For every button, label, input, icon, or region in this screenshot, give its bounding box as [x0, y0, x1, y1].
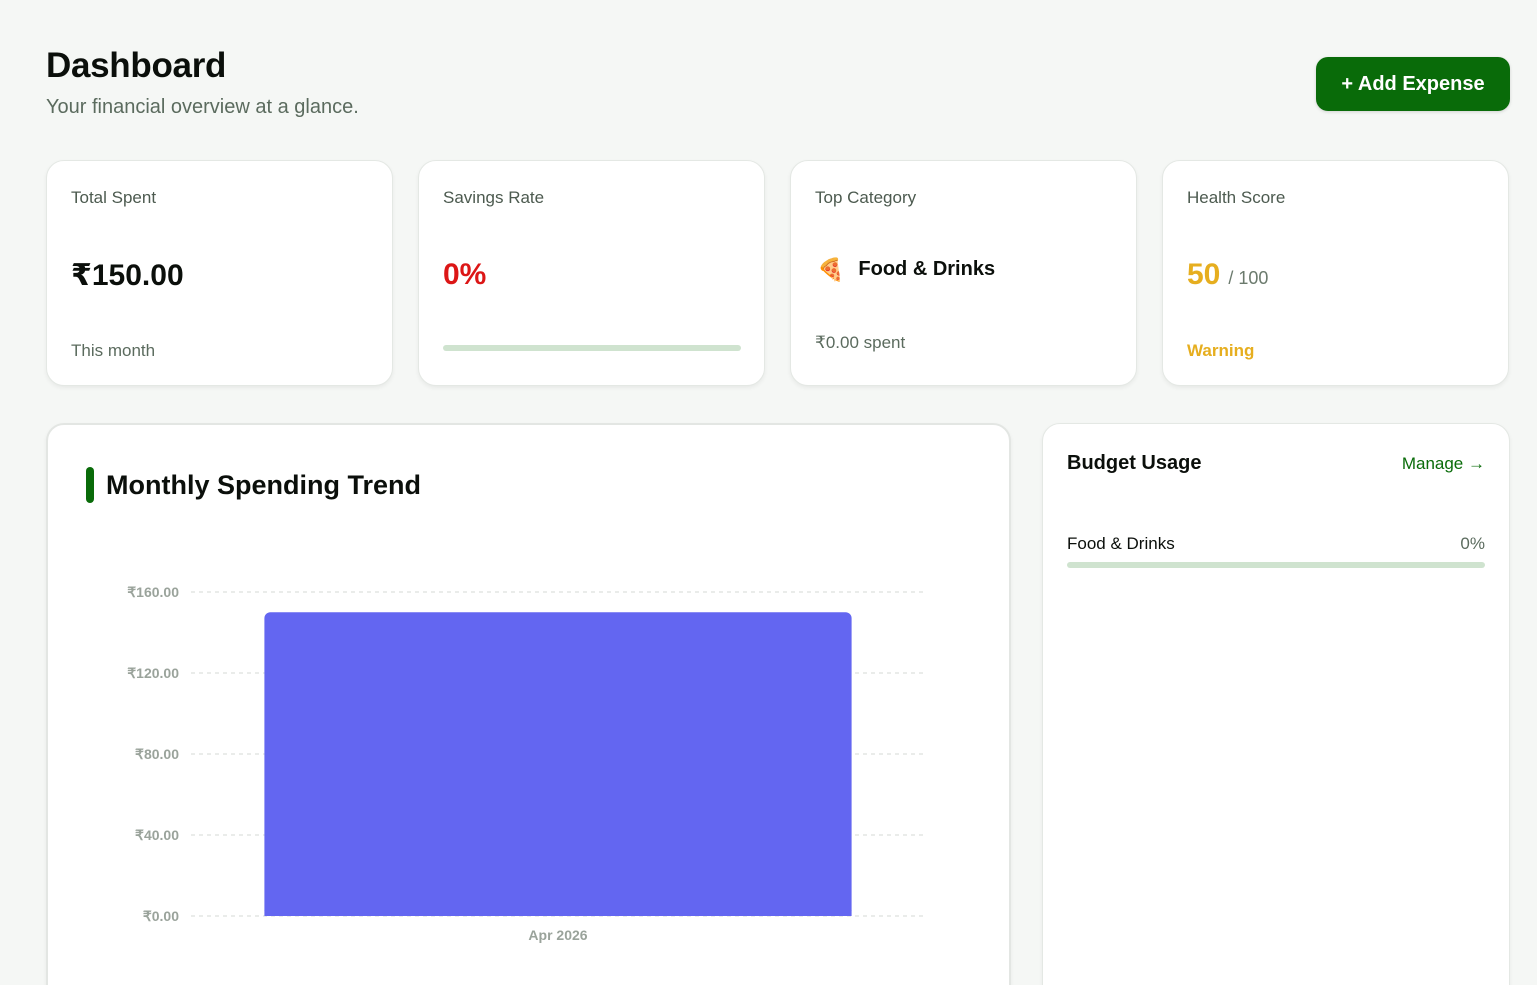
heading-accent-bar	[86, 467, 94, 503]
y-tick-label: ₹40.00	[135, 827, 179, 843]
top-category-label: Top Category	[815, 188, 917, 207]
health-score-max: / 100	[1228, 268, 1269, 288]
budget-usage-card: Budget Usage Manage → Food & Drinks 0%	[1042, 423, 1510, 985]
page-title: Dashboard	[46, 46, 227, 85]
health-score-card: Health Score 50 / 100 Warning	[1162, 160, 1509, 386]
budget-progress-bar	[1067, 562, 1485, 568]
total-spent-value: ₹150.00	[71, 259, 184, 292]
savings-rate-label: Savings Rate	[443, 188, 545, 207]
chart-heading: Monthly Spending Trend	[86, 467, 421, 503]
top-category-row: 🍕 Food & Drinks	[817, 258, 995, 281]
health-status-badge: Warning	[1187, 341, 1255, 360]
total-spent-label: Total Spent	[71, 188, 157, 207]
top-category-spent: ₹0.00 spent	[815, 333, 906, 352]
top-category-card: Top Category 🍕 Food & Drinks ₹0.00 spent	[790, 160, 1137, 386]
health-score-label: Health Score	[1187, 188, 1286, 207]
chart-bar[interactable]	[264, 612, 852, 916]
spending-trend-card: ₹0.00 ₹40.00 ₹80.00 ₹120.00 ₹160.00 Apr 2026 …	[46, 423, 1011, 985]
health-score-row: 50 / 100	[1187, 258, 1268, 292]
savings-rate-card: Savings Rate 0%	[418, 160, 765, 386]
chart-title: Monthly Spending Trend	[106, 469, 421, 500]
y-tick-label: ₹160.00	[127, 584, 179, 600]
pizza-icon: 🍕	[817, 256, 845, 282]
manage-budget-link[interactable]: Manage →	[1402, 454, 1485, 474]
budget-item-name: Food & Drinks	[1067, 534, 1175, 553]
add-expense-button[interactable]: + Add Expense	[1316, 57, 1510, 111]
y-tick-label: ₹0.00	[143, 908, 179, 924]
health-score-value: 50	[1187, 258, 1221, 291]
savings-progress-bar	[443, 345, 741, 351]
total-spent-footnote: This month	[71, 341, 156, 360]
budget-item-percent: 0%	[1460, 534, 1485, 553]
dashboard-page: Dashboard Your financial overview at a g…	[0, 0, 1537, 985]
savings-rate-value: 0%	[443, 258, 487, 291]
x-tick-label: Apr 2026	[528, 927, 587, 943]
total-spent-card: Total Spent ₹150.00 This month	[46, 160, 393, 386]
page-header: Dashboard Your financial overview at a g…	[46, 46, 359, 119]
y-tick-label: ₹120.00	[127, 665, 179, 681]
top-category-name: Food & Drinks	[858, 258, 996, 280]
page-subtitle: Your financial overview at a glance.	[46, 96, 359, 118]
chart-bar-base	[264, 910, 852, 916]
budget-item: Food & Drinks 0%	[1067, 534, 1485, 568]
spending-trend-chart: ₹0.00 ₹40.00 ₹80.00 ₹120.00 ₹160.00 Apr 2026	[127, 584, 925, 943]
y-tick-label: ₹80.00	[135, 746, 179, 762]
budget-title: Budget Usage	[1067, 452, 1202, 474]
